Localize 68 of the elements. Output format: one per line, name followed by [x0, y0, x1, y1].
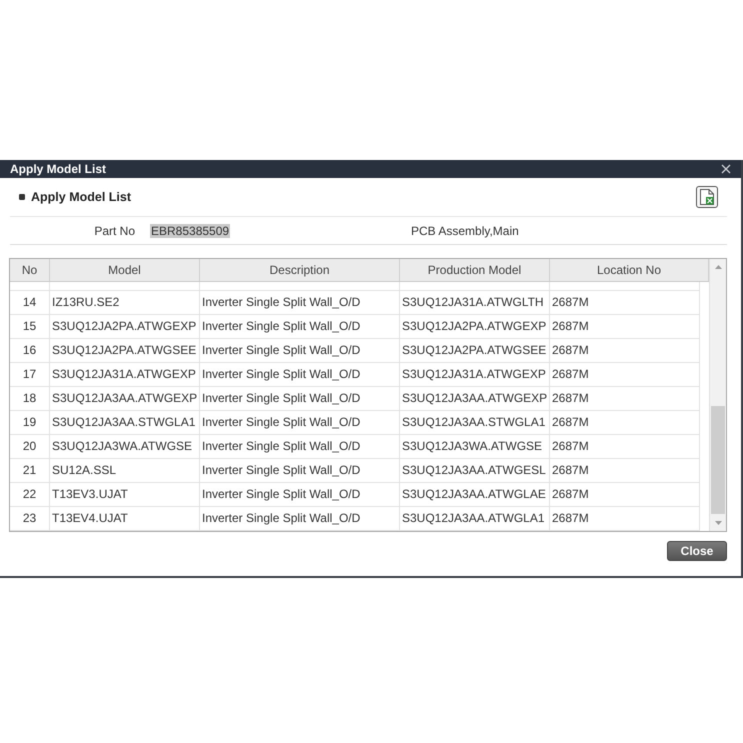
table-cell: 21 — [10, 459, 50, 483]
document-icon — [700, 189, 714, 205]
table-cell: 2687M — [550, 411, 700, 435]
table-cell: S3UQ12JA3WA.ATWGSE — [50, 435, 200, 459]
table-cell: S3UQ12JA31A.ATWGEXP — [400, 363, 550, 387]
table-cell: Inverter Single Split Wall_O/D — [200, 459, 400, 483]
table-cell: 15 — [10, 315, 50, 339]
table-cell: IZ13RU.SE2 — [50, 291, 200, 315]
table-cell: 20 — [10, 435, 50, 459]
scroll-down-icon[interactable] — [714, 521, 722, 525]
table-cell: 2687M — [550, 291, 700, 315]
table-cell: Inverter Single Split Wall_O/D — [200, 315, 400, 339]
column-header: Model — [50, 259, 200, 281]
table-cell: S3UQ12JA3AA.ATWGLAE — [400, 483, 550, 507]
scroll-up-icon[interactable] — [714, 265, 722, 269]
table-cell: S3UQ12JA2PA.ATWGEXP — [50, 315, 200, 339]
table-cell: Inverter Single Split Wall_O/D — [200, 291, 400, 315]
table-cell: 16 — [10, 339, 50, 363]
section-title: Apply Model List — [31, 190, 131, 204]
table-cell: S3UQ12JA31A.ATWGEXP — [50, 363, 200, 387]
table-cell: S3UQ12JA3AA.ATWGEXP — [400, 387, 550, 411]
table-cell: 23 — [10, 507, 50, 531]
table-cell: Inverter Single Split Wall_O/D — [200, 363, 400, 387]
column-header: Production Model — [400, 259, 550, 281]
table-cell: S3UQ12JA3AA.ATWGLA1 — [400, 507, 550, 531]
table-cell: 2687M — [550, 507, 700, 531]
table-cell: 17 — [10, 363, 50, 387]
table-cell: S3UQ12JA31A.ATWGLTH — [400, 291, 550, 315]
table-cell: Inverter Single Split Wall_O/D — [200, 339, 400, 363]
table-cell: S3UQ12JA3AA.STWGLA1 — [400, 411, 550, 435]
table-cell: S3UQ12JA2PA.ATWGEXP — [400, 315, 550, 339]
table-cell: 2687M — [550, 339, 700, 363]
table-cell: S3UQ12JA3AA.ATWGESL — [400, 459, 550, 483]
table-cell: T13EV3.UJAT — [50, 483, 200, 507]
table-cell: 2687M — [550, 459, 700, 483]
table-cell: 19 — [10, 411, 50, 435]
table-cell: 2687M — [550, 315, 700, 339]
close-button[interactable]: Close — [667, 541, 727, 561]
table-cell: Inverter Single Split Wall_O/D — [200, 411, 400, 435]
bullet-icon — [19, 194, 25, 200]
table-cell: 2687M — [550, 483, 700, 507]
field-label: Part No — [94, 224, 135, 238]
part-number-value: EBR85385509 — [150, 224, 230, 238]
table-cell: 2687M — [550, 363, 700, 387]
table-cell: Inverter Single Split Wall_O/D — [200, 387, 400, 411]
table-cell: 18 — [10, 387, 50, 411]
table-cell: S3UQ12JA3AA.STWGLA1 — [50, 411, 200, 435]
table-cell: 2687M — [550, 435, 700, 459]
column-header: Description — [200, 259, 400, 281]
table-cell: S3UQ12JA3WA.ATWGSE — [400, 435, 550, 459]
table-cell: SU12A.SSL — [50, 459, 200, 483]
window-title: Apply Model List — [10, 162, 106, 176]
table-cell: S3UQ12JA2PA.ATWGSEE — [50, 339, 200, 363]
table-cell: 14 — [10, 291, 50, 315]
scrollbar-thumb[interactable] — [711, 406, 725, 514]
export-button[interactable] — [696, 186, 718, 208]
column-header: No — [10, 259, 50, 281]
table-cell: Inverter Single Split Wall_O/D — [200, 435, 400, 459]
part-description: PCB Assembly,Main — [411, 224, 519, 238]
table-cell: Inverter Single Split Wall_O/D — [200, 483, 400, 507]
close-icon[interactable] — [721, 164, 731, 174]
table-cell: 2687M — [550, 387, 700, 411]
scrollbar[interactable] — [709, 259, 726, 531]
table-cell: S3UQ12JA3AA.ATWGEXP — [50, 387, 200, 411]
table-cell: S3UQ12JA2PA.ATWGSEE — [400, 339, 550, 363]
table-cell: T13EV4.UJAT — [50, 507, 200, 531]
table-cell: Inverter Single Split Wall_O/D — [200, 507, 400, 531]
table-cell: 22 — [10, 483, 50, 507]
